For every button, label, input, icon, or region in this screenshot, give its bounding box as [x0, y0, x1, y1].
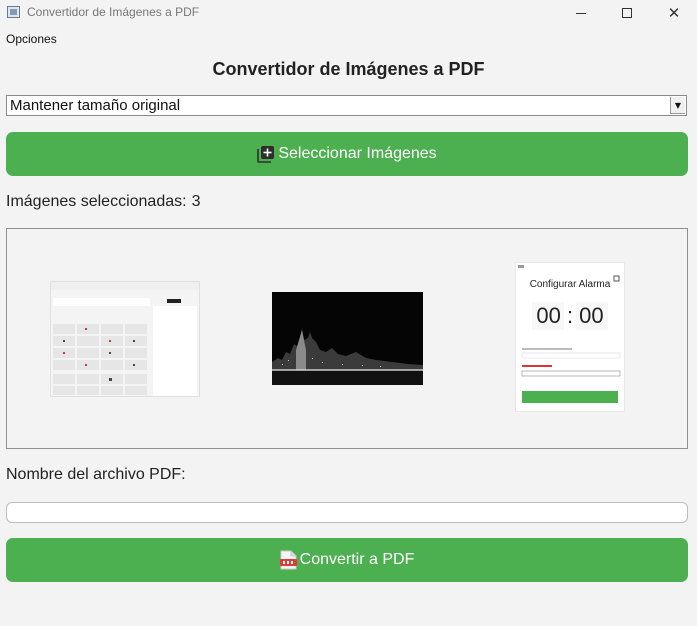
maximize-icon — [622, 8, 632, 18]
minimize-icon — [576, 12, 586, 14]
size-mode-value: Mantener tamaño original — [10, 97, 181, 114]
maximize-button[interactable] — [604, 0, 650, 26]
selected-count-label: Imágenes seleccionadas: 3 — [6, 193, 200, 211]
menu-options[interactable]: Opciones — [6, 32, 57, 46]
select-images-label: Seleccionar Imágenes — [278, 145, 437, 162]
add-image-icon — [257, 145, 275, 163]
alarm-app-screenshot-thumbnail[interactable]: Configurar Alarma 00 : 00 — [515, 262, 625, 412]
minimize-button[interactable] — [558, 0, 604, 26]
pdf-name-label: Nombre del archivo PDF: — [6, 466, 186, 483]
chevron-down-icon[interactable]: ▼ — [670, 97, 685, 114]
pdf-file-icon — [279, 550, 297, 570]
alarm-thumb-time: 00 : 00 — [536, 303, 604, 328]
convert-to-pdf-label: Convertir a PDF — [299, 551, 415, 568]
size-mode-select[interactable]: Mantener tamaño original ▼ — [6, 95, 687, 116]
title-bar: Convertidor de Imágenes a PDF ✕ — [0, 0, 697, 26]
app-window-icon — [7, 6, 20, 18]
selected-count-value: 3 — [191, 193, 201, 210]
convert-to-pdf-button[interactable]: Convertir a PDF — [6, 538, 688, 582]
city-night-photo-thumbnail[interactable] — [272, 292, 423, 385]
window-title: Convertidor de Imágenes a PDF — [27, 5, 200, 19]
page-title: Convertidor de Imágenes a PDF — [212, 59, 485, 79]
close-icon: ✕ — [667, 3, 681, 22]
image-preview-area: Configurar Alarma 00 : 00 — [6, 228, 688, 449]
menu-bar: Opciones — [0, 29, 697, 49]
select-images-button[interactable]: Seleccionar Imágenes — [6, 132, 688, 176]
alarm-thumb-button — [522, 391, 618, 403]
alarm-thumb-title: Configurar Alarma — [529, 279, 611, 290]
calculator-screenshot-thumbnail[interactable] — [50, 281, 200, 397]
pdf-name-input[interactable] — [6, 502, 688, 523]
close-button[interactable]: ✕ — [651, 0, 697, 26]
selected-count-text: Imágenes seleccionadas: — [6, 193, 187, 210]
